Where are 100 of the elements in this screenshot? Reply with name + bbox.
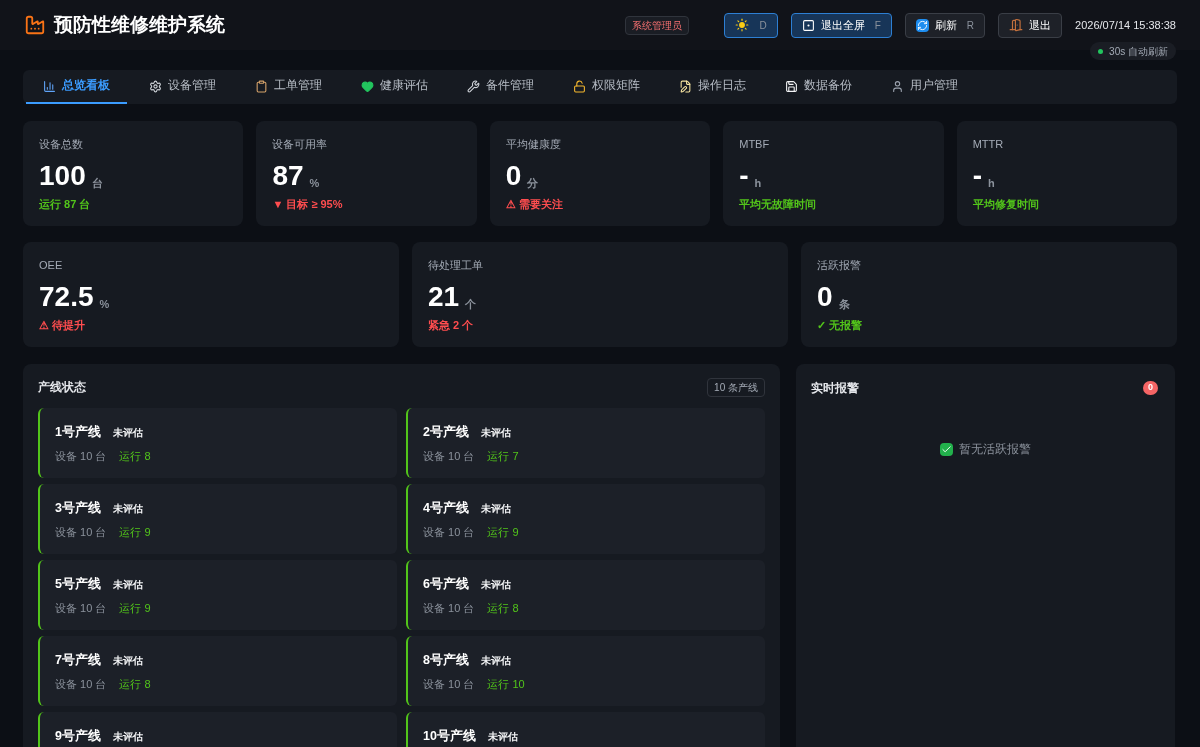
- stat-unit: %: [99, 297, 110, 312]
- stat-unit: 台: [91, 176, 103, 191]
- stat-note: ✓ 无报警: [817, 318, 863, 333]
- panel-title: 实时报警: [811, 380, 859, 397]
- refresh-icon: [915, 18, 929, 32]
- alarm-count-badge: 0: [1143, 381, 1158, 395]
- nav-tab[interactable]: 工单管理: [238, 70, 339, 104]
- stat-unit: %: [309, 176, 320, 191]
- stat-value: 0: [817, 281, 833, 313]
- line-name: 7号产线: [55, 652, 101, 669]
- stat-label: MTTR: [972, 137, 1005, 152]
- line-card[interactable]: 2号产线 未评估 设备 10 台 运行 7: [406, 408, 765, 478]
- sun-icon: [735, 18, 750, 32]
- line-card[interactable]: 10号产线 未评估: [406, 712, 765, 747]
- stat-label: 平均健康度: [505, 137, 562, 152]
- nav-tab[interactable]: 健康评估: [344, 70, 445, 104]
- device-count: 设备 10 台: [423, 600, 475, 616]
- clock: 2026/07/14 15:38:38: [1075, 17, 1176, 33]
- nav-tab[interactable]: 备件管理: [450, 70, 551, 104]
- lock-icon: [573, 79, 586, 93]
- clipboard-icon: [255, 79, 268, 93]
- device-count: 设备 10 台: [55, 676, 107, 692]
- stat-unit: 分: [527, 176, 539, 191]
- line-status: 未评估: [480, 653, 511, 668]
- header-button[interactable]: 刷新 R: [904, 12, 986, 38]
- running-count: 运行 9: [119, 600, 151, 616]
- empty-message: 暂无活跃报警: [959, 441, 1031, 458]
- line-status: 未评估: [480, 577, 511, 592]
- stat-unit: 个: [465, 297, 477, 312]
- stat-value: -: [739, 160, 749, 192]
- running-count: 运行 8: [119, 448, 151, 464]
- line-status: 未评估: [112, 577, 143, 592]
- app-title: 预防性维修维护系统: [54, 12, 225, 37]
- role-badge: 系统管理员: [625, 15, 690, 35]
- stat-value: 0: [505, 160, 522, 192]
- heart-icon: [361, 79, 374, 93]
- nav-tab[interactable]: 用户管理: [874, 70, 975, 104]
- wrench-icon: [467, 79, 480, 93]
- stat-note: ⚠ 需要关注: [505, 197, 563, 212]
- nav-tab[interactable]: 总览看板: [26, 70, 127, 104]
- stat-value: 100: [39, 160, 86, 192]
- line-card[interactable]: 8号产线 未评估 设备 10 台 运行 10: [406, 636, 765, 706]
- line-status: 未评估: [112, 425, 143, 440]
- header-button[interactable]: D: [724, 12, 778, 38]
- line-name: 1号产线: [55, 424, 101, 441]
- stat-value: 21: [428, 281, 460, 313]
- bar-chart-icon: [43, 79, 56, 93]
- line-name: 9号产线: [55, 728, 101, 745]
- line-status: 未评估: [480, 425, 511, 440]
- device-count: 设备 10 台: [55, 448, 107, 464]
- line-card[interactable]: 4号产线 未评估 设备 10 台 运行 9: [406, 484, 765, 554]
- line-card[interactable]: 3号产线 未评估 设备 10 台 运行 9: [38, 484, 397, 554]
- stat-label: OEE: [39, 258, 64, 273]
- factory-icon: [24, 14, 46, 36]
- stat-label: 设备可用率: [272, 137, 329, 152]
- nav-tab[interactable]: 设备管理: [132, 70, 233, 104]
- nav-tab[interactable]: 数据备份: [768, 70, 869, 104]
- running-count: 运行 8: [487, 600, 519, 616]
- running-count: 运行 8: [119, 676, 151, 692]
- running-count: 运行 9: [487, 524, 519, 540]
- stat-note: 平均修复时间: [972, 197, 1039, 212]
- user-icon: [891, 79, 904, 93]
- stat-value: 72.5: [39, 281, 94, 313]
- check-icon: [940, 442, 953, 456]
- line-card[interactable]: 9号产线 未评估: [38, 712, 397, 747]
- running-count: 运行 10: [487, 676, 525, 692]
- nav-tab[interactable]: 权限矩阵: [556, 70, 657, 104]
- stat-label: 待处理工单: [428, 258, 484, 273]
- device-count: 设备 10 台: [55, 524, 107, 540]
- line-name: 5号产线: [55, 576, 101, 593]
- line-status: 未评估: [112, 729, 143, 744]
- line-status: 未评估: [112, 501, 143, 516]
- line-status: 未评估: [112, 653, 143, 668]
- line-card[interactable]: 1号产线 未评估 设备 10 台 运行 8: [38, 408, 397, 478]
- nav-tab[interactable]: 操作日志: [662, 70, 763, 104]
- line-card[interactable]: 6号产线 未评估 设备 10 台 运行 8: [406, 560, 765, 630]
- line-count-badge: 10 条产线: [707, 377, 765, 397]
- line-name: 4号产线: [423, 500, 469, 517]
- stat-note: 平均无故障时间: [739, 197, 817, 212]
- settings-icon: [149, 79, 162, 93]
- header-button[interactable]: 退出: [998, 12, 1063, 38]
- stat-unit: 条: [838, 297, 850, 312]
- device-count: 设备 10 台: [423, 676, 475, 692]
- device-count: 设备 10 台: [423, 448, 475, 464]
- line-card[interactable]: 7号产线 未评估 设备 10 台 运行 8: [38, 636, 397, 706]
- stat-note: ▼ 目标 ≥ 95%: [272, 197, 343, 212]
- header-button[interactable]: 退出全屏 F: [790, 12, 892, 38]
- device-count: 设备 10 台: [423, 524, 475, 540]
- stat-note: 运行 87 台: [39, 197, 91, 212]
- line-status: 未评估: [480, 501, 511, 516]
- line-status: 未评估: [487, 729, 518, 744]
- line-card[interactable]: 5号产线 未评估 设备 10 台 运行 9: [38, 560, 397, 630]
- door-icon: [1009, 18, 1024, 32]
- stat-label: 设备总数: [39, 137, 84, 152]
- line-name: 8号产线: [423, 652, 469, 669]
- memo-icon: [679, 79, 692, 93]
- line-name: 10号产线: [423, 728, 476, 745]
- stat-unit: h: [987, 176, 995, 191]
- panel-title: 产线状态: [38, 379, 86, 396]
- stat-value: -: [972, 160, 982, 192]
